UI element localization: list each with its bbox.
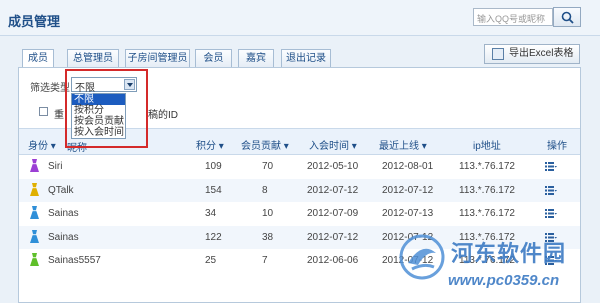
table-row[interactable]: Siri 109 70 2012-05-10 2012-08-01 113.*.76.17…: [19, 155, 580, 178]
search-button[interactable]: [553, 7, 581, 27]
role-dress-icon: [30, 206, 39, 219]
checkbox-label-tail: 稿的ID: [148, 110, 178, 121]
cell-last-online: 2012-07-13: [382, 208, 434, 219]
cell-points: 109: [205, 161, 222, 172]
tab-room-admins[interactable]: 子房间管理员: [125, 49, 190, 68]
cell-nickname: Sainas: [48, 231, 79, 243]
cell-contribution: 8: [262, 184, 268, 196]
column-ip: ip地址: [473, 141, 501, 152]
cell-contribution: 38: [262, 231, 274, 243]
cell-points: 154: [205, 184, 222, 196]
tab-exit-records[interactable]: 退出记录: [281, 49, 331, 68]
tab-guests[interactable]: 嘉宾: [238, 49, 274, 68]
cell-join-date: 2012-07-12: [307, 231, 359, 243]
cell-nickname: QTalk: [48, 184, 74, 196]
table-row[interactable]: Sainas 34 10 2012-07-09 2012-07-13 113.*.76.1…: [19, 202, 580, 225]
column-last-online[interactable]: 最近上线 ▾: [379, 137, 427, 152]
cell-points: 25: [205, 255, 217, 266]
cell-join-date: 2012-07-12: [307, 184, 359, 196]
checkbox[interactable]: [39, 107, 48, 116]
cell-ip: 113.*.76.172: [459, 208, 515, 219]
checkbox-label: 重: [54, 110, 64, 121]
page-title: 成员管理: [8, 14, 61, 29]
column-points[interactable]: 积分 ▾: [196, 137, 224, 152]
cell-contribution: 70: [262, 161, 274, 172]
top-bar: 成员管理 输入QQ号或昵称: [0, 0, 600, 36]
column-role[interactable]: 身份 ▾: [28, 137, 56, 152]
column-actions: 操作: [547, 141, 567, 152]
cell-ip: 113.*.76.172: [459, 184, 515, 196]
table-row[interactable]: QTalk 154 8 2012-07-12 2012-07-12 113.*.76.17…: [19, 178, 580, 202]
list-menu-icon[interactable]: [545, 162, 557, 171]
cell-join-date: 2012-06-06: [307, 255, 359, 266]
cell-last-online: 2012-07-12: [382, 184, 434, 196]
cell-contribution: 10: [262, 208, 274, 219]
annotation-highlight-box: [65, 69, 148, 148]
export-excel-button[interactable]: 导出Excel表格: [484, 44, 580, 64]
cell-points: 34: [205, 208, 217, 219]
cell-nickname: Sainas: [48, 208, 79, 219]
cell-ip: 113.*.76.172: [459, 161, 515, 172]
cell-points: 122: [205, 231, 222, 243]
watermark-logo-icon: [399, 234, 445, 280]
cell-join-date: 2012-05-10: [307, 161, 359, 172]
list-menu-icon[interactable]: [545, 209, 557, 218]
column-contribution[interactable]: 会员贡献 ▾: [241, 137, 289, 152]
role-dress-icon: [30, 253, 39, 266]
role-dress-icon: [30, 229, 39, 243]
export-label: 导出Excel表格: [509, 48, 574, 59]
tab-vip[interactable]: 会员: [195, 49, 232, 68]
role-dress-icon: [30, 159, 39, 172]
watermark-url: www.pc0359.cn: [448, 272, 560, 289]
search-input[interactable]: 输入QQ号或昵称: [473, 8, 553, 26]
cell-nickname: Siri: [48, 161, 63, 172]
watermark-name: 河东软件园: [451, 241, 567, 267]
excel-export-icon: [492, 48, 504, 60]
cell-last-online: 2012-08-01: [382, 161, 434, 172]
tab-admins[interactable]: 总管理员: [67, 49, 119, 68]
filter-label: 筛选类型: [30, 83, 70, 94]
list-menu-icon[interactable]: [545, 185, 557, 195]
role-dress-icon: [30, 182, 39, 196]
search-icon: [561, 11, 574, 24]
cell-nickname: Sainas5557: [48, 255, 101, 266]
column-join-time[interactable]: 入会时间 ▾: [309, 137, 357, 152]
tab-members[interactable]: 成员: [22, 49, 54, 69]
cell-join-date: 2012-07-09: [307, 208, 359, 219]
cell-contribution: 7: [262, 255, 268, 266]
